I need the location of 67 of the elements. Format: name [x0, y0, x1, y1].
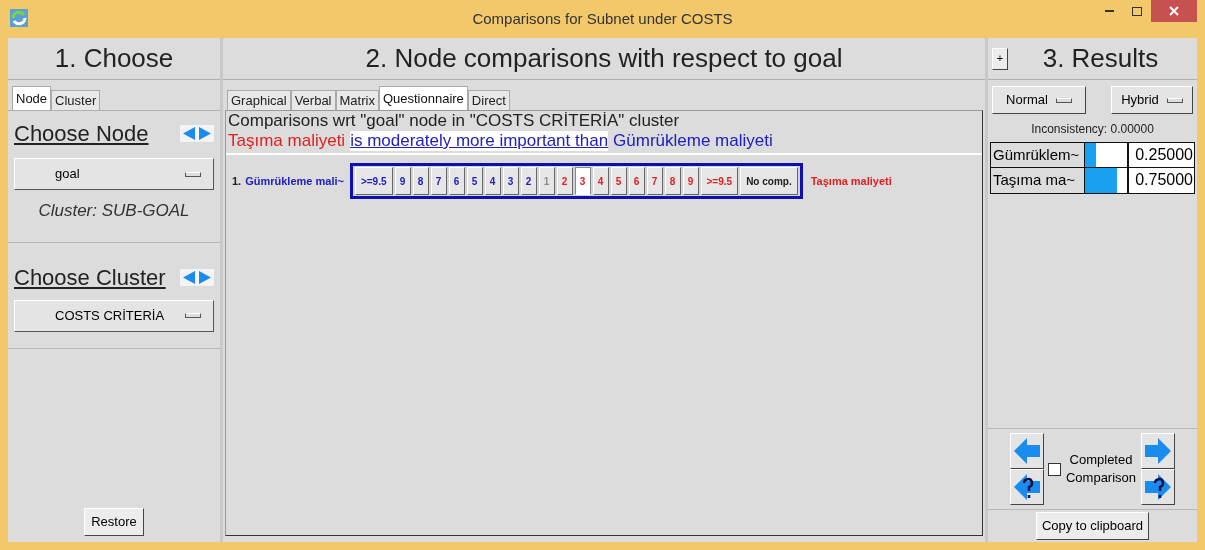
previous-question-button[interactable] [1010, 469, 1044, 505]
panel-heading: 1. Choose [8, 38, 220, 80]
scale-button[interactable]: 8 [412, 167, 429, 195]
scale-button[interactable]: 2 [520, 167, 537, 195]
left-arrow-question-icon [1013, 473, 1041, 501]
result-value: 0.25000 [1129, 143, 1194, 167]
scale-button[interactable]: 7 [430, 167, 447, 195]
right-arrow-icon [1144, 437, 1172, 465]
scale-button[interactable]: 5 [610, 167, 627, 195]
method-dropdown[interactable]: Hybrid [1111, 86, 1193, 114]
previous-arrow-icon[interactable] [180, 268, 197, 286]
inconsistency-text: Inconsistency: 0.00000 [1030, 121, 1155, 138]
scale-button[interactable]: 7 [646, 167, 663, 195]
tab[interactable]: Node [12, 86, 52, 110]
close-icon [1169, 6, 1179, 16]
window-title: Comparisons for Subnet under COSTS [472, 8, 733, 29]
verbal-judgment: is moderately more important than [350, 131, 609, 151]
tab[interactable]: Questionnaire [378, 86, 468, 110]
restore-button[interactable]: Restore [84, 508, 144, 536]
scale-button[interactable]: 4 [592, 167, 609, 195]
scale-button[interactable]: 8 [664, 167, 681, 195]
close-button[interactable] [1151, 0, 1197, 22]
context-text: Comparisons wrt "goal" node in "COSTS CRİTERİA" cluster [228, 111, 681, 131]
cluster-info: Cluster: SUB-GOAL [37, 200, 191, 222]
scale-button[interactable]: 3 [574, 167, 591, 195]
next-arrow-icon[interactable] [197, 125, 214, 142]
element-name: Taşıma maliyeti [228, 131, 346, 151]
checkbox-label: Completed Comparison [1065, 451, 1137, 487]
scale-button[interactable]: 3 [502, 167, 519, 195]
scale-button[interactable]: 9 [682, 167, 699, 195]
tab[interactable]: Verbal [290, 90, 336, 110]
copy-button[interactable]: Copy to clipboard [1035, 512, 1150, 540]
previous-arrow-icon[interactable] [180, 125, 197, 142]
section-label: Choose Node [14, 120, 149, 148]
app-icon [10, 9, 28, 27]
panel-heading: 2. Node comparisons with respect to goal [223, 38, 985, 80]
tab[interactable]: Graphical [227, 90, 291, 110]
element-name: Gümrükleme mali~ [245, 173, 344, 189]
cluster-dropdown[interactable]: COSTS CRİTERİA [14, 299, 214, 332]
scale-button[interactable]: 4 [484, 167, 501, 195]
result-value: 0.75000 [1129, 168, 1194, 193]
row-number: 1. [232, 173, 242, 189]
element-name: Gümrükleme maliyeti [613, 131, 773, 151]
left-arrow-icon [1013, 437, 1041, 465]
element-name: Taşıma maliyeti [810, 173, 892, 189]
panel-heading: 3. Results [1041, 42, 1160, 75]
tab[interactable]: Matrix [335, 90, 379, 110]
scale-button[interactable]: >=9.5 [354, 167, 393, 195]
scale-button[interactable]: 6 [628, 167, 645, 195]
completed-checkbox[interactable] [1048, 462, 1061, 476]
previous-button[interactable] [1010, 433, 1044, 469]
mode-dropdown[interactable]: Normal [992, 86, 1086, 114]
next-question-button[interactable] [1141, 469, 1175, 505]
node-dropdown[interactable]: goal [14, 158, 214, 190]
scale-button[interactable]: 2 [556, 167, 573, 195]
next-button[interactable] [1141, 433, 1175, 469]
scale-button[interactable]: 9 [394, 167, 411, 195]
expand-button[interactable]: + [992, 47, 1008, 70]
tab[interactable]: Direct [467, 90, 510, 110]
next-arrow-icon[interactable] [197, 268, 214, 286]
tab[interactable]: Cluster [51, 90, 101, 110]
scale-button[interactable]: 5 [466, 167, 483, 195]
right-arrow-question-icon [1144, 473, 1172, 501]
scale-button[interactable]: 6 [448, 167, 465, 195]
scale-button[interactable]: No comp. [740, 167, 798, 195]
section-label: Choose Cluster [14, 263, 166, 292]
scale-button[interactable]: >=9.5 [700, 167, 739, 195]
